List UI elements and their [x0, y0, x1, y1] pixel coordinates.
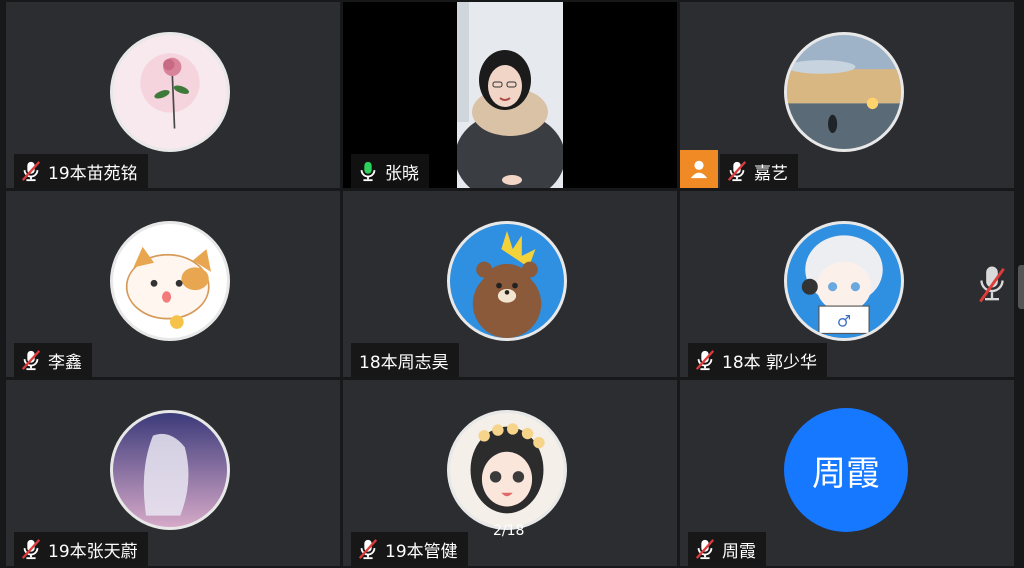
- participant-namebar: 19本张天蔚: [14, 532, 148, 566]
- participant-name: 19本苗苑铭: [48, 163, 138, 184]
- participant-name: 19本张天蔚: [48, 541, 138, 562]
- participant-tile-9[interactable]: 周霞 周霞: [680, 380, 1014, 566]
- participant-name: 周霞: [722, 541, 756, 562]
- avatar-sunset: [784, 32, 904, 152]
- participant-name: 嘉艺: [754, 163, 788, 184]
- participant-tile-6[interactable]: ♂ 18本 郭少华: [680, 191, 1014, 377]
- participant-tile-5[interactable]: 18本周志昊: [343, 191, 677, 377]
- mic-off-icon: [20, 160, 42, 182]
- participant-namebar: 李鑫: [14, 343, 92, 377]
- participant-name: 张晓: [385, 163, 419, 184]
- participant-namebar: 嘉艺: [720, 154, 798, 188]
- participant-namebar: 19本苗苑铭: [14, 154, 148, 188]
- participant-tile-8[interactable]: 19本管健 2/18: [343, 380, 677, 566]
- floating-mic-off-icon[interactable]: [978, 264, 1006, 304]
- participant-tile-7[interactable]: 19本张天蔚: [6, 380, 340, 566]
- avatar-rose: [110, 32, 230, 152]
- participant-namebar: 周霞: [688, 532, 766, 566]
- page-indicator: 2/18: [493, 523, 525, 539]
- participant-tile-4[interactable]: 李鑫: [6, 191, 340, 377]
- participant-name: 18本 郭少华: [722, 352, 818, 373]
- participant-namebar: 19本管健: [351, 532, 468, 566]
- mic-off-icon: [357, 538, 379, 560]
- participant-namebar: 张晓: [351, 154, 429, 188]
- video-feed: [455, 2, 565, 188]
- avatar-brown-bear: [447, 221, 567, 341]
- side-panel-handle[interactable]: [1018, 265, 1024, 309]
- avatar-ghost-figure: [110, 410, 230, 530]
- participant-name: 18本周志昊: [359, 352, 449, 373]
- participant-namebar: 18本 郭少华: [688, 343, 828, 377]
- mic-off-icon: [726, 160, 748, 182]
- participant-name: 19本管健: [385, 541, 458, 562]
- mic-off-icon: [20, 349, 42, 371]
- host-badge-icon: [680, 150, 718, 188]
- participant-tile-2[interactable]: 张晓: [343, 2, 677, 188]
- avatar-anime-girl: [447, 410, 567, 530]
- svg-text:♂: ♂: [837, 312, 851, 331]
- avatar-anime-boy: ♂: [784, 221, 904, 341]
- participant-namebar: 18本周志昊: [351, 343, 459, 377]
- participant-tile-3[interactable]: 嘉艺: [680, 2, 1014, 188]
- avatar-placeholder: 周霞: [784, 408, 908, 532]
- participant-tile-1[interactable]: 19本苗苑铭: [6, 2, 340, 188]
- mic-off-icon: [694, 538, 716, 560]
- mic-on-icon: [357, 160, 379, 182]
- avatar-cartoon-cat: [110, 221, 230, 341]
- participant-name: 李鑫: [48, 352, 82, 373]
- mic-off-icon: [694, 349, 716, 371]
- mic-off-icon: [20, 538, 42, 560]
